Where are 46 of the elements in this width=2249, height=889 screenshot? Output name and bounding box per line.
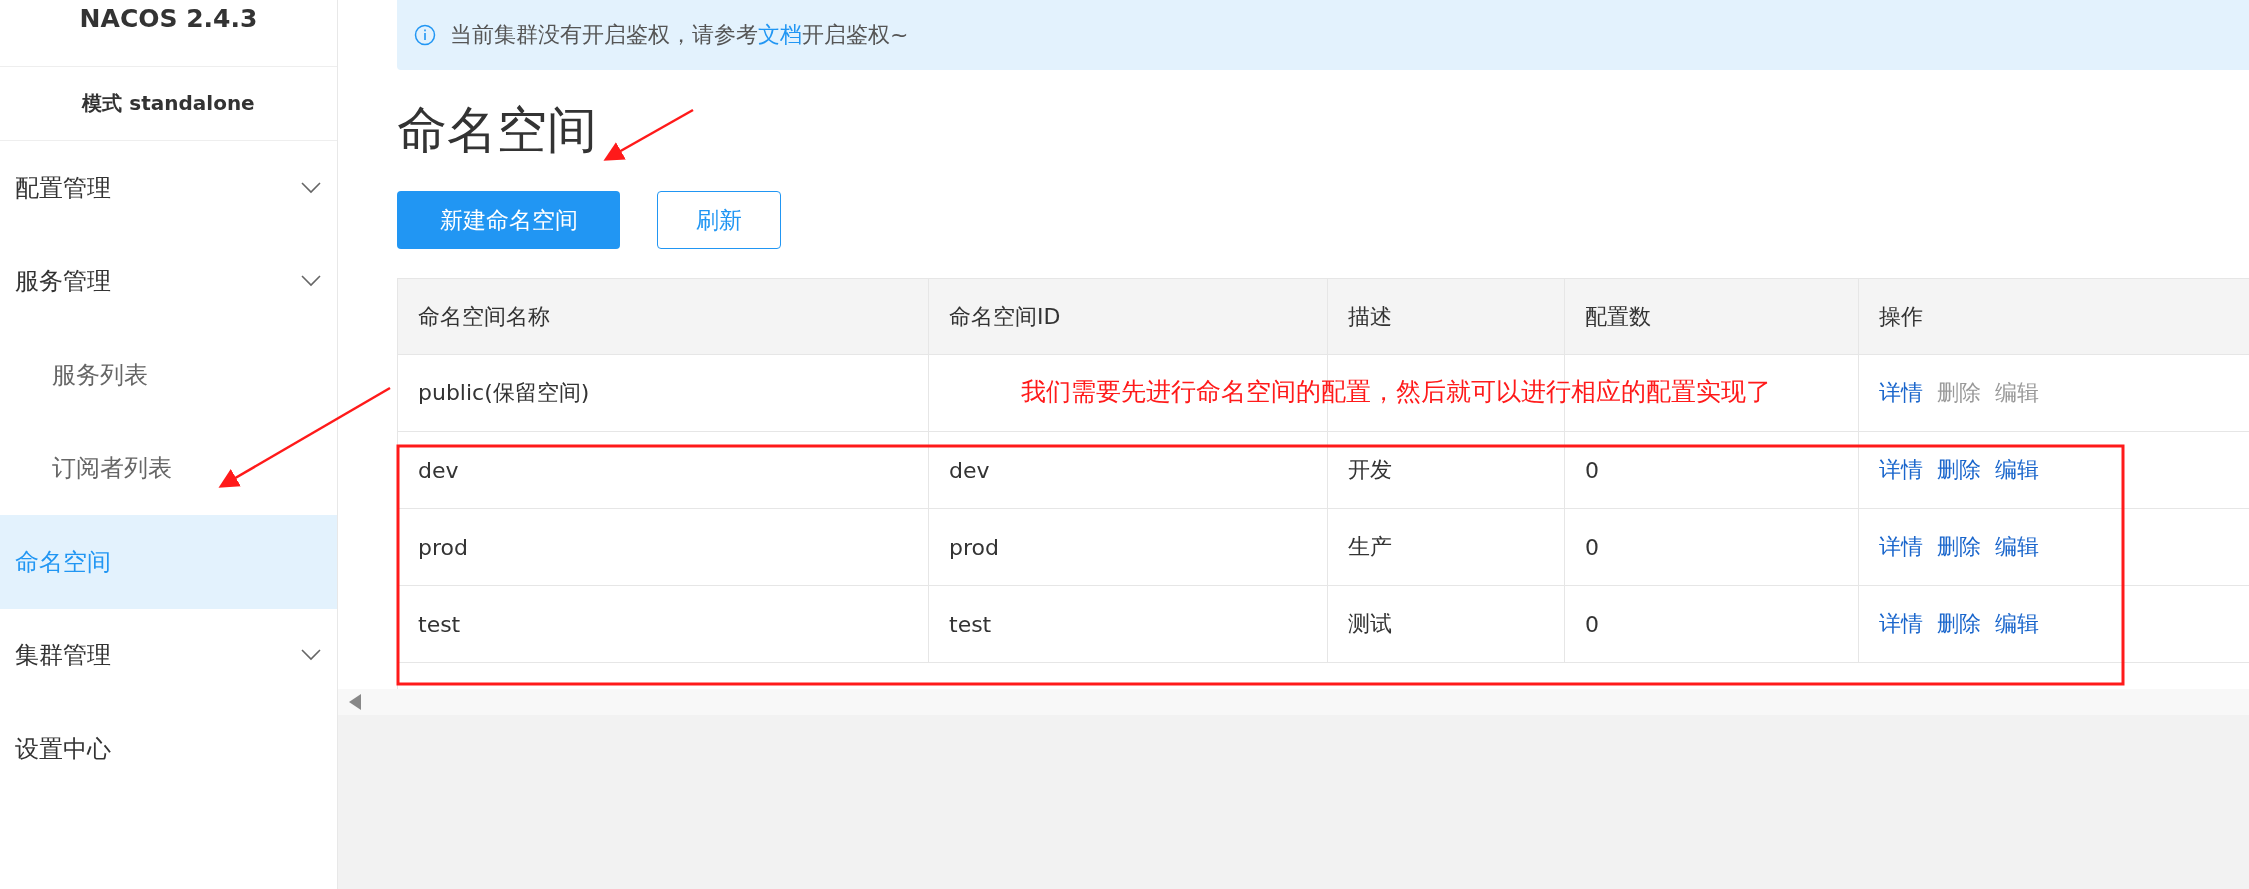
mode-label: 模式 standalone	[0, 66, 337, 141]
nav-item[interactable]: 设置中心	[0, 702, 337, 796]
column-header: 命名空间名称	[398, 279, 929, 354]
chevron-icon	[301, 275, 321, 288]
table-cell-text: 开发	[1348, 456, 1392, 484]
table-cell: 0	[1585, 457, 1599, 483]
brand-title: NACOS 2.4.3	[78, 3, 259, 35]
table-cell: prod	[418, 534, 468, 560]
table-cell: prod	[949, 534, 999, 560]
action-link[interactable]: 删除	[1937, 455, 1981, 485]
column-header: 操作	[1878, 302, 1924, 331]
nav-item[interactable]: 集群管理	[0, 608, 337, 702]
table-cell: dev	[418, 457, 459, 483]
annotation-text: 我们需要先进行命名空间的配置，然后就可以进行相应的配置实现了	[1021, 376, 1771, 408]
info-icon	[414, 24, 436, 46]
table-cell: 0	[1585, 611, 1599, 637]
scroll-left-icon[interactable]	[349, 694, 361, 710]
column-header: 描述	[1328, 279, 1565, 354]
chevron-icon	[301, 649, 321, 662]
refresh-button[interactable]: 刷新	[657, 191, 781, 249]
table-cell: test	[949, 611, 992, 637]
table-cell-text: 测试	[1348, 610, 1392, 638]
table-cell: dev	[949, 457, 990, 483]
action-link[interactable]: 编辑	[1995, 455, 2039, 485]
action-link[interactable]: 详情	[1879, 378, 1923, 408]
notice-text: 当前集群没有开启鉴权，请参考文档开启鉴权~	[450, 21, 909, 49]
chevron-icon	[301, 181, 321, 194]
action-link[interactable]: 编辑	[1995, 532, 2039, 562]
action-link[interactable]: 编辑	[1995, 609, 2039, 639]
table-cell-text: 生产	[1348, 533, 1392, 561]
table-cell: 0	[1585, 534, 1599, 560]
column-header: 配置数	[1565, 279, 1859, 354]
action-link[interactable]: 详情	[1879, 532, 1923, 562]
action-link[interactable]: 删除	[1937, 532, 1981, 562]
nav-item[interactable]: 服务列表	[0, 328, 337, 422]
action-link[interactable]: 详情	[1879, 609, 1923, 639]
nav-item[interactable]: 服务管理	[0, 234, 337, 328]
nav-item[interactable]: 配置管理	[0, 141, 337, 235]
page-title: 命名空间	[397, 100, 597, 161]
create-namespace-button[interactable]: 新建命名空间	[397, 191, 620, 249]
table-cell-text: public(保留空间)	[418, 379, 590, 407]
nav-item[interactable]: 订阅者列表	[0, 421, 337, 515]
column-header: 命名空间ID	[929, 279, 1328, 354]
table-cell: test	[418, 611, 461, 637]
action-link[interactable]: 删除	[1937, 609, 1981, 639]
action-link[interactable]: 详情	[1879, 455, 1923, 485]
